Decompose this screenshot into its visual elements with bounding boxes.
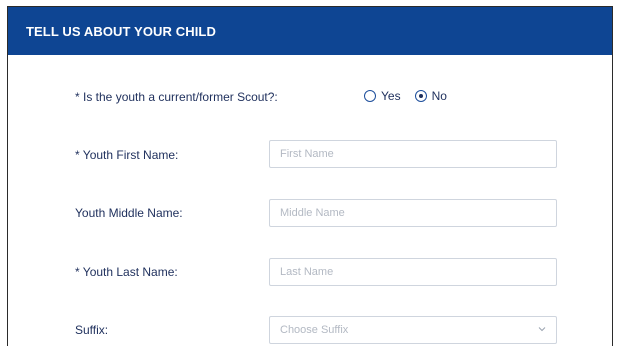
- suffix-placeholder: Choose Suffix: [280, 324, 349, 336]
- suffix-select[interactable]: Choose Suffix: [269, 316, 557, 344]
- middle-name-label: Youth Middle Name:: [75, 206, 183, 220]
- scout-no-radio[interactable]: [414, 90, 427, 102]
- last-name-placeholder: Last Name: [280, 266, 334, 278]
- chevron-down-icon: [538, 327, 546, 332]
- first-name-input[interactable]: First Name: [269, 140, 557, 168]
- section-header: TELL US ABOUT YOUR CHILD: [8, 7, 612, 55]
- middle-name-placeholder: Middle Name: [280, 207, 345, 219]
- middle-name-input[interactable]: Middle Name: [269, 199, 557, 227]
- scout-yes-label[interactable]: Yes: [381, 89, 401, 103]
- form-panel: TELL US ABOUT YOUR CHILD * Is the youth …: [7, 6, 613, 346]
- first-name-placeholder: First Name: [280, 148, 334, 160]
- scout-no-option[interactable]: No: [414, 89, 447, 103]
- last-name-label: * Youth Last Name:: [75, 265, 178, 279]
- scout-question-label: * Is the youth a current/former Scout?:: [75, 90, 278, 104]
- suffix-label: Suffix:: [75, 323, 109, 337]
- scout-yes-option[interactable]: Yes: [364, 89, 401, 103]
- section-title: TELL US ABOUT YOUR CHILD: [26, 23, 216, 39]
- scout-yes-radio[interactable]: [364, 90, 376, 102]
- scout-no-label[interactable]: No: [432, 89, 447, 103]
- scout-radio-group: Yes No: [364, 89, 447, 103]
- first-name-label: * Youth First Name:: [75, 148, 179, 162]
- last-name-input[interactable]: Last Name: [269, 258, 557, 286]
